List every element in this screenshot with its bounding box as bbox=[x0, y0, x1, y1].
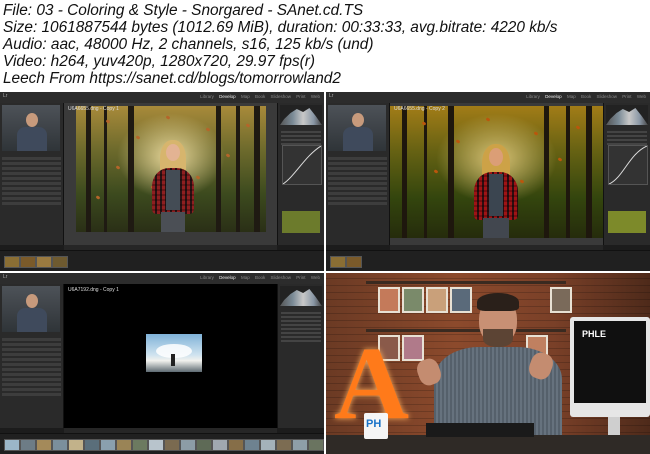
tone-curve[interactable] bbox=[608, 145, 648, 185]
photo-canvas[interactable]: U6A6655.dng - Copy 1 bbox=[64, 103, 277, 245]
left-panel bbox=[326, 103, 390, 245]
lightroom-logo: Lr bbox=[329, 93, 334, 99]
tone-curve[interactable] bbox=[282, 145, 322, 185]
module-develop[interactable]: Develop bbox=[219, 94, 236, 99]
desktop-monitor: PHLE bbox=[570, 317, 650, 417]
video-thumbnail-4[interactable]: A PHLE PH bbox=[326, 273, 650, 454]
presenter-beard bbox=[483, 329, 513, 347]
video-thumbnail-3[interactable]: Lr Library Develop Map Book Slideshow Pr… bbox=[0, 273, 324, 454]
presets-list bbox=[328, 155, 387, 207]
mug-logo-text: PH bbox=[366, 418, 382, 430]
filmstrip bbox=[0, 250, 324, 271]
forest-photo bbox=[76, 106, 266, 232]
coffee-mug: PH bbox=[364, 413, 388, 439]
thumbnail-grid: Lr Library Develop Map Book Slideshow Pr… bbox=[0, 92, 650, 454]
presets-list bbox=[2, 336, 61, 398]
histogram bbox=[606, 105, 648, 125]
photo-filename-overlay: U6A6655.dng - Copy 2 bbox=[394, 106, 445, 112]
module-web[interactable]: Web bbox=[311, 94, 320, 99]
color-swatch bbox=[282, 211, 320, 233]
module-map[interactable]: Map bbox=[567, 94, 576, 99]
filmstrip bbox=[326, 250, 650, 271]
module-print[interactable]: Print bbox=[622, 94, 631, 99]
source-link-line: Leech From https://sanet.cd/blogs/tomorr… bbox=[3, 70, 341, 87]
module-book[interactable]: Book bbox=[255, 275, 265, 280]
module-picker: Library Develop Map Book Slideshow Print… bbox=[196, 94, 320, 99]
webcam-overlay bbox=[328, 105, 386, 151]
module-develop[interactable]: Develop bbox=[219, 275, 236, 280]
webcam-overlay bbox=[2, 105, 60, 151]
laptop bbox=[426, 423, 534, 437]
monitor-logo-text: PHLE bbox=[582, 329, 607, 339]
color-swatch bbox=[608, 211, 646, 233]
video-thumbnail-2[interactable]: Lr Library Develop Map Book Slideshow Pr… bbox=[326, 92, 650, 271]
right-panel bbox=[277, 103, 324, 245]
module-picker: Library Develop Map Book Slideshow Print… bbox=[522, 94, 646, 99]
photo-canvas[interactable]: U6A6655.dng - Copy 2 bbox=[390, 103, 603, 245]
presets-list bbox=[2, 155, 61, 207]
module-library[interactable]: Library bbox=[200, 275, 214, 280]
lightroom-logo: Lr bbox=[3, 274, 8, 280]
module-web[interactable]: Web bbox=[637, 94, 646, 99]
photo-filename-overlay: U6A6655.dng - Copy 1 bbox=[68, 106, 119, 112]
module-map[interactable]: Map bbox=[241, 94, 250, 99]
module-develop[interactable]: Develop bbox=[545, 94, 562, 99]
video-info-line: Video: h264, yuv420p, 1280x720, 29.97 fp… bbox=[3, 53, 316, 70]
video-thumbnail-1[interactable]: Lr Library Develop Map Book Slideshow Pr… bbox=[0, 92, 324, 271]
module-slideshow[interactable]: Slideshow bbox=[271, 275, 292, 280]
module-print[interactable]: Print bbox=[296, 94, 305, 99]
histogram bbox=[280, 286, 322, 306]
webcam-overlay bbox=[2, 286, 60, 332]
file-info-header: File: 03 - Coloring & Style - Snorgared … bbox=[0, 0, 650, 92]
module-print[interactable]: Print bbox=[296, 275, 305, 280]
module-book[interactable]: Book bbox=[255, 94, 265, 99]
audio-info-line: Audio: aac, 48000 Hz, 2 channels, s16, 1… bbox=[3, 36, 374, 53]
left-panel bbox=[0, 284, 64, 428]
file-size-line: Size: 1061887544 bytes (1012.69 MiB), du… bbox=[3, 19, 558, 36]
photo-canvas[interactable]: U6A7192.dng - Copy 1 bbox=[64, 284, 277, 428]
right-panel bbox=[603, 103, 650, 245]
module-web[interactable]: Web bbox=[311, 275, 320, 280]
histogram bbox=[280, 105, 322, 125]
module-library[interactable]: Library bbox=[526, 94, 540, 99]
sky-photo bbox=[146, 334, 202, 372]
forest-photo bbox=[390, 106, 603, 238]
lightroom-logo: Lr bbox=[3, 93, 8, 99]
module-map[interactable]: Map bbox=[241, 275, 250, 280]
presenter-hair bbox=[477, 293, 519, 311]
file-name-line: File: 03 - Coloring & Style - Snorgared … bbox=[3, 2, 364, 19]
filmstrip bbox=[0, 433, 324, 454]
module-slideshow[interactable]: Slideshow bbox=[271, 94, 292, 99]
right-panel bbox=[277, 284, 324, 428]
module-library[interactable]: Library bbox=[200, 94, 214, 99]
module-slideshow[interactable]: Slideshow bbox=[597, 94, 618, 99]
module-picker: Library Develop Map Book Slideshow Print… bbox=[196, 275, 320, 280]
module-book[interactable]: Book bbox=[581, 94, 591, 99]
photo-filename-overlay: U6A7192.dng - Copy 1 bbox=[68, 287, 119, 293]
left-panel bbox=[0, 103, 64, 245]
